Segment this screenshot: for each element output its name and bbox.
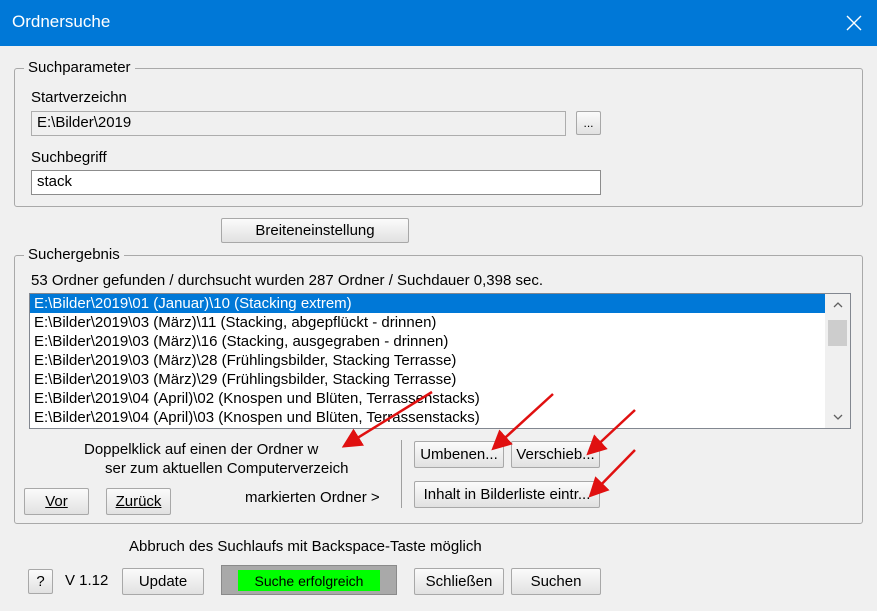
close-button[interactable]: Schließen bbox=[414, 568, 504, 595]
back-button-label: Zurück bbox=[115, 493, 162, 510]
search-term-label: Suchbegriff bbox=[31, 149, 107, 166]
forward-button[interactable]: Vor bbox=[24, 488, 89, 515]
search-results-legend: Suchergebnis bbox=[24, 246, 124, 263]
status-panel: Suche erfolgreich bbox=[221, 565, 397, 595]
browse-button[interactable]: ... bbox=[576, 111, 601, 135]
scroll-thumb[interactable] bbox=[828, 320, 847, 346]
hint-line-1: Doppelklick auf einen der Ordner w bbox=[84, 441, 319, 458]
forward-button-label: Vor bbox=[45, 493, 68, 510]
vertical-scrollbar[interactable] bbox=[825, 294, 850, 428]
status-indicator: Suche erfolgreich bbox=[238, 570, 380, 591]
add-to-picture-list-button[interactable]: Inhalt in Bilderliste eintr... bbox=[414, 481, 600, 508]
version-label: V 1.12 bbox=[65, 572, 109, 589]
results-summary: 53 Ordner gefunden / durchsucht wurden 2… bbox=[31, 272, 543, 289]
list-item[interactable]: E:\Bilder\2019\03 (März)\29 (Frühlingsbi… bbox=[30, 370, 825, 389]
marked-folder-label: markierten Ordner > bbox=[245, 489, 380, 506]
rename-button[interactable]: Umbenen... bbox=[414, 441, 504, 468]
title-bar: Ordnersuche bbox=[0, 0, 877, 46]
start-dir-field[interactable]: E:\Bilder\2019 bbox=[31, 111, 566, 136]
abort-hint: Abbruch des Suchlaufs mit Backspace-Tast… bbox=[129, 538, 482, 555]
search-button[interactable]: Suchen bbox=[511, 568, 601, 595]
start-dir-label: Startverzeichn bbox=[31, 89, 127, 106]
search-parameters-legend: Suchparameter bbox=[24, 59, 135, 76]
close-icon[interactable] bbox=[831, 0, 877, 46]
update-button[interactable]: Update bbox=[122, 568, 204, 595]
search-term-input[interactable]: stack bbox=[31, 170, 601, 195]
list-item[interactable]: E:\Bilder\2019\04 (April)\03 (Knospen un… bbox=[30, 408, 825, 427]
move-button[interactable]: Verschieb... bbox=[511, 441, 600, 468]
width-setting-button[interactable]: Breiteneinstellung bbox=[221, 218, 409, 243]
scroll-down-icon[interactable] bbox=[825, 406, 850, 428]
list-item[interactable]: E:\Bilder\2019\04 (April)\02 (Knospen un… bbox=[30, 389, 825, 408]
scroll-up-icon[interactable] bbox=[825, 294, 850, 316]
list-item[interactable]: E:\Bilder\2019\03 (März)\28 (Frühlingsbi… bbox=[30, 351, 825, 370]
help-button[interactable]: ? bbox=[28, 569, 53, 594]
hint-line-2: ser zum aktuellen Computerverzeich bbox=[105, 460, 349, 477]
list-item[interactable]: E:\Bilder\2019\03 (März)\11 (Stacking, a… bbox=[30, 313, 825, 332]
window-title: Ordnersuche bbox=[12, 12, 111, 31]
action-separator bbox=[401, 440, 402, 508]
back-button[interactable]: Zurück bbox=[106, 488, 171, 515]
results-list[interactable]: E:\Bilder\2019\01 (Januar)\10 (Stacking … bbox=[29, 293, 851, 429]
list-item[interactable]: E:\Bilder\2019\03 (März)\16 (Stacking, a… bbox=[30, 332, 825, 351]
list-item[interactable]: E:\Bilder\2019\01 (Januar)\10 (Stacking … bbox=[30, 294, 825, 313]
